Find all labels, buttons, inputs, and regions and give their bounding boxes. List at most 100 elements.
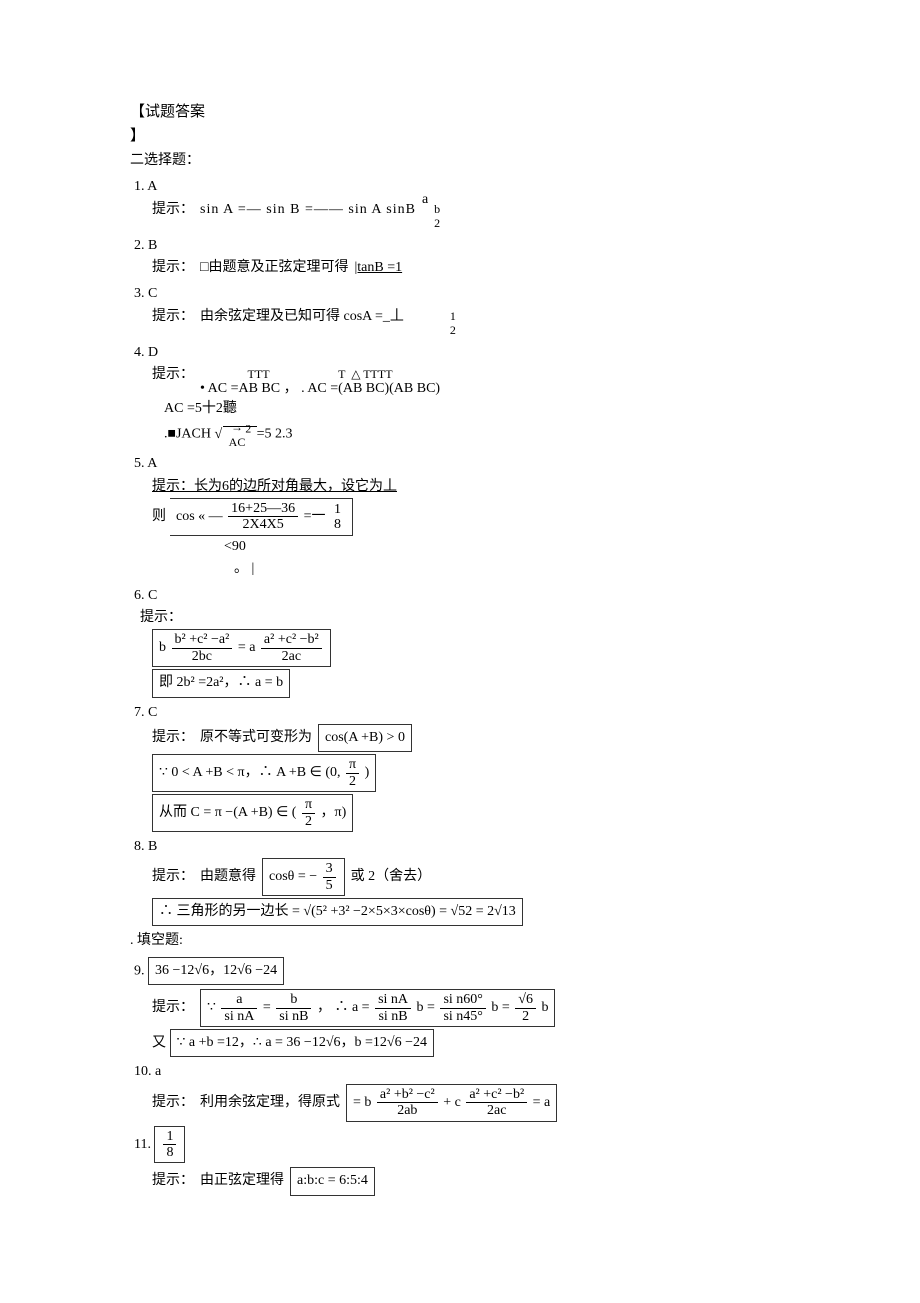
q2-hint-label: 提示： (152, 257, 194, 279)
q10-tail: = a (533, 1095, 551, 1110)
q8-hint-label: 提示： (152, 866, 194, 888)
q9-row2-box: ∵ a +b =12，∴ a = 36 −12√6，b =12√6 −24 (170, 1029, 434, 1057)
q10-f1d: 2ab (377, 1103, 438, 1118)
q1-expr-text: sin A =— sin B =—— sin A sinB (200, 202, 416, 217)
q4-rows: TTT T △ TTTT • AC =AB BC ， . AC =(AB BC)… (200, 367, 440, 398)
q5-cos: cos « — (176, 509, 223, 524)
q9: 9. 36 −12√6，12√6 −24 提示： ∵ asi nA = bsi … (134, 957, 790, 1058)
q7-box3: 从而 C = π −(A +B) ∈ ( π 2 ，π) (152, 794, 353, 832)
section-fill: . 填空题: (130, 930, 790, 952)
q5-numtop: 16+25—36 (228, 501, 298, 517)
q10-hint-label: 提示： (152, 1092, 194, 1114)
q9-f1d: si nA (221, 1009, 257, 1024)
q7: 7. C 提示： 原不等式可变形为 cos(A +B) > 0 ∵ 0 < A … (134, 702, 790, 832)
q8-box1: cosθ = − 3 5 (262, 858, 345, 896)
q11-text: 由正弦定理得 (200, 1170, 284, 1192)
q10: 10. a 提示： 利用余弦定理，得原式 = b a² +b² −c²2ab +… (134, 1061, 790, 1121)
q11-num: 11. (134, 1137, 151, 1152)
q8-text: 由题意得 (200, 866, 256, 888)
q8-b1d: 5 (323, 878, 336, 893)
section-choice: 二选择题： (130, 150, 790, 172)
q5-frac2: 1 8 (331, 502, 344, 533)
q7-box1: cos(A +B) > 0 (318, 724, 412, 752)
q4-sqrt: →AC2 (223, 426, 257, 442)
q9-f3: si nAsi nB (375, 992, 411, 1024)
q9-b2s: b = (491, 1000, 513, 1015)
q8-num: 8. B (134, 836, 790, 858)
q4-row2: • AC =AB BC ， . AC =(AB BC)(AB BC) (200, 381, 440, 398)
q4-sup: 2 (245, 422, 251, 435)
title-line1: 【试题答案 (130, 100, 790, 124)
q9-num: 9. (134, 963, 145, 978)
q10-ba: = b (353, 1095, 375, 1110)
q1-b2: b2 (434, 202, 440, 231)
q3: 3. C 提示： 由余弦定理及已知可得 cosA =_丄 1 2 (134, 283, 790, 337)
q4-row3: AC =5十2聽 (164, 398, 790, 420)
q10-box: = b a² +b² −c²2ab + c a² +c² −b²2ac = a (346, 1084, 557, 1122)
q9-f3d: si nB (375, 1009, 411, 1024)
q9-box1: ∵ asi nA = bsi nB ， ∴ a = si nAsi nB b =… (200, 989, 555, 1027)
q7-box2: ∵ 0 < A +B < π，∴ A +B ∈ (0, π 2 ) (152, 754, 376, 792)
q9-f4: si n60°si n45° (440, 992, 485, 1024)
q7-b2a: ∵ 0 < A +B < π，∴ A +B ∈ (0, (159, 765, 344, 780)
q5-frac1: 16+25—36 2X4X5 (228, 501, 298, 533)
q10-num: 10. a (134, 1061, 790, 1083)
q11-ad: 8 (163, 1145, 176, 1160)
q9-f1: asi nA (221, 992, 257, 1024)
q4-row1: TTT T △ TTTT (200, 367, 440, 381)
q5-num: 5. A (134, 453, 790, 475)
q7-b3b: ，π) (321, 805, 347, 820)
q2-boxed: |tanB =1 (354, 257, 402, 279)
q9-b1a: ∵ (207, 1000, 219, 1015)
q7-f1n: π (346, 757, 359, 773)
q10-f1: a² +b² −c²2ab (377, 1087, 438, 1119)
q5-denbot: 2X4X5 (228, 517, 298, 532)
q5-box: cos « — 16+25—36 2X4X5 =一 1 8 (170, 498, 353, 536)
q3-num: 3. C (134, 283, 790, 305)
q3-bot: 2 (450, 323, 456, 337)
q3-top: 1 (450, 309, 456, 323)
q2-text: □由题意及正弦定理可得 (200, 257, 348, 279)
q9-f3n: si nA (375, 992, 411, 1008)
q7-f2n: π (302, 797, 315, 813)
q5-pre: 则 (152, 506, 166, 528)
q9-comma: ， ∴ a = (317, 1000, 373, 1015)
q8-b1a: cosθ = − (269, 869, 317, 884)
q8-box2: ∴ 三角形的另一边长 = √(5² +3² −2×5×3×cosθ) = √52… (152, 898, 523, 926)
q10-f1n: a² +b² −c² (377, 1087, 438, 1103)
q4: 4. D 提示： TTT T △ TTTT • AC =AB BC ， . AC… (134, 342, 790, 450)
q4-hint-label: 提示： (152, 364, 194, 386)
q1: 1. A 提示： sin A =— sin B =—— sin A sinB a… (134, 176, 790, 230)
q7-hint-label: 提示： (152, 727, 194, 749)
q6-b1pre: b (159, 641, 170, 656)
q7-b2b: ) (365, 765, 370, 780)
q4-row4a: .■JACH (164, 427, 214, 442)
q3-text: 由余弦定理及已知可得 cosA =_丄 (200, 306, 404, 328)
q3-frac: 1 2 (450, 309, 456, 338)
q1-a: a (422, 189, 428, 211)
q9-f1n: a (221, 992, 257, 1008)
q5-below2: 。 | (234, 558, 790, 580)
q9-f5n: √6 (515, 992, 536, 1008)
q9-f2: bsi nB (276, 992, 311, 1024)
q4-num: 4. D (134, 342, 790, 364)
q8-b1n: 3 (323, 861, 336, 877)
q7-text: 原不等式可变形为 (200, 727, 312, 749)
q5-hint: 提示：长为6的边所对角最大，设它为丄 (152, 476, 790, 498)
q5-b2: 。 (234, 561, 248, 576)
q8-tail1: 或 2（舍去） (351, 866, 432, 888)
q9-f2d: si nB (276, 1009, 311, 1024)
q5-rb: 8 (331, 517, 344, 532)
q6-frac1: b² +c² −a² 2bc (172, 632, 233, 664)
q8: 8. B 提示： 由题意得 cosθ = − 3 5 或 2（舍去） ∴ 三角形… (134, 836, 790, 927)
q11-hint-label: 提示： (152, 1170, 194, 1192)
q9-ans: 36 −12√6，12√6 −24 (148, 957, 284, 985)
q9-f5: √62 (515, 992, 536, 1024)
q11-box: a:b:c = 6:5:4 (290, 1167, 375, 1195)
q6: 6. C 提示： b b² +c² −a² 2bc = a a² +c² −b²… (134, 585, 790, 698)
q9-f4n: si n60° (440, 992, 485, 1008)
q5-eq: =一 (304, 509, 326, 524)
q8-frac1: 3 5 (323, 861, 336, 893)
q1-expr: sin A =— sin B =—— sin A sinB (200, 199, 416, 221)
q10-mid: + c (443, 1095, 464, 1110)
